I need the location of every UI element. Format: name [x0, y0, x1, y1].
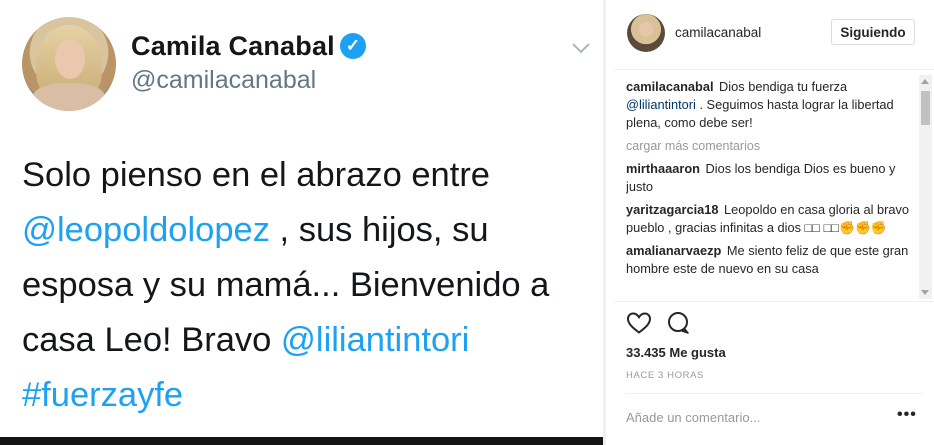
chevron-down-icon[interactable]	[570, 37, 592, 59]
comment-username[interactable]: mirthaaaron	[626, 161, 700, 176]
verified-badge-icon: ✓	[340, 33, 366, 59]
more-options-button[interactable]: •••	[897, 406, 917, 424]
tweet-card: Camila Canabal ✓ @camilacanabal Solo pie…	[0, 0, 603, 437]
list-item: amalianarvaezp Me siento feliz de que es…	[626, 242, 916, 278]
divider	[603, 0, 606, 445]
tweet-text: Solo pienso en el abrazo entre @leopoldo…	[22, 148, 597, 423]
tweet-author-handle[interactable]: @camilacanabal	[131, 66, 316, 95]
comment-text: Dios bendiga tu fuerza	[715, 79, 848, 94]
tweet-mention-liliantintori[interactable]: @liliantintori	[281, 321, 469, 359]
tweet-hashtag[interactable]: #fuerzayfe	[22, 376, 183, 414]
comment-bubble-icon[interactable]	[666, 311, 692, 335]
tweet-mention-leopoldolopez[interactable]: @leopoldolopez	[22, 211, 270, 249]
divider	[626, 393, 922, 394]
post-timestamp: HACE 3 HORAS	[626, 370, 704, 381]
add-comment-input[interactable]	[626, 407, 886, 427]
comments-scrollbar[interactable]	[919, 75, 932, 299]
post-username[interactable]: camilacanabal	[675, 25, 761, 40]
comment-username[interactable]: amalianarvaezp	[626, 243, 721, 258]
divider	[614, 301, 934, 302]
comment-username[interactable]: yaritzagarcia18	[626, 202, 718, 217]
instagram-post-panel: camilacanabal Siguiendo camilacanabal Di…	[614, 0, 934, 445]
heart-icon[interactable]	[626, 311, 652, 335]
comments-list[interactable]: camilacanabal Dios bendiga tu fuerza @li…	[626, 78, 916, 300]
like-count[interactable]: 33.435 Me gusta	[626, 345, 726, 360]
caption: camilacanabal Dios bendiga tu fuerza @li…	[626, 78, 916, 132]
comment-mention[interactable]: @liliantintori	[626, 97, 696, 112]
tweet-author-name[interactable]: Camila Canabal	[131, 31, 335, 62]
comment-username[interactable]: camilacanabal	[626, 79, 714, 94]
post-header: camilacanabal Siguiendo	[614, 0, 934, 70]
image-bottom-border	[0, 437, 603, 445]
scroll-up-arrow-icon[interactable]	[921, 79, 929, 84]
load-more-comments-link[interactable]: cargar más comentarios	[626, 137, 916, 155]
tweet-avatar[interactable]	[22, 17, 116, 111]
list-item: mirthaaaron Dios los bendiga Dios es bue…	[626, 160, 916, 196]
list-item: yaritzagarcia18 Leopoldo en casa gloria …	[626, 201, 916, 237]
scroll-down-arrow-icon[interactable]	[921, 290, 929, 295]
scrollbar-thumb[interactable]	[921, 91, 930, 125]
tweet-text-part: Solo pienso en el abrazo entre	[22, 156, 490, 194]
following-button[interactable]: Siguiendo	[831, 19, 915, 45]
avatar[interactable]	[627, 14, 665, 52]
